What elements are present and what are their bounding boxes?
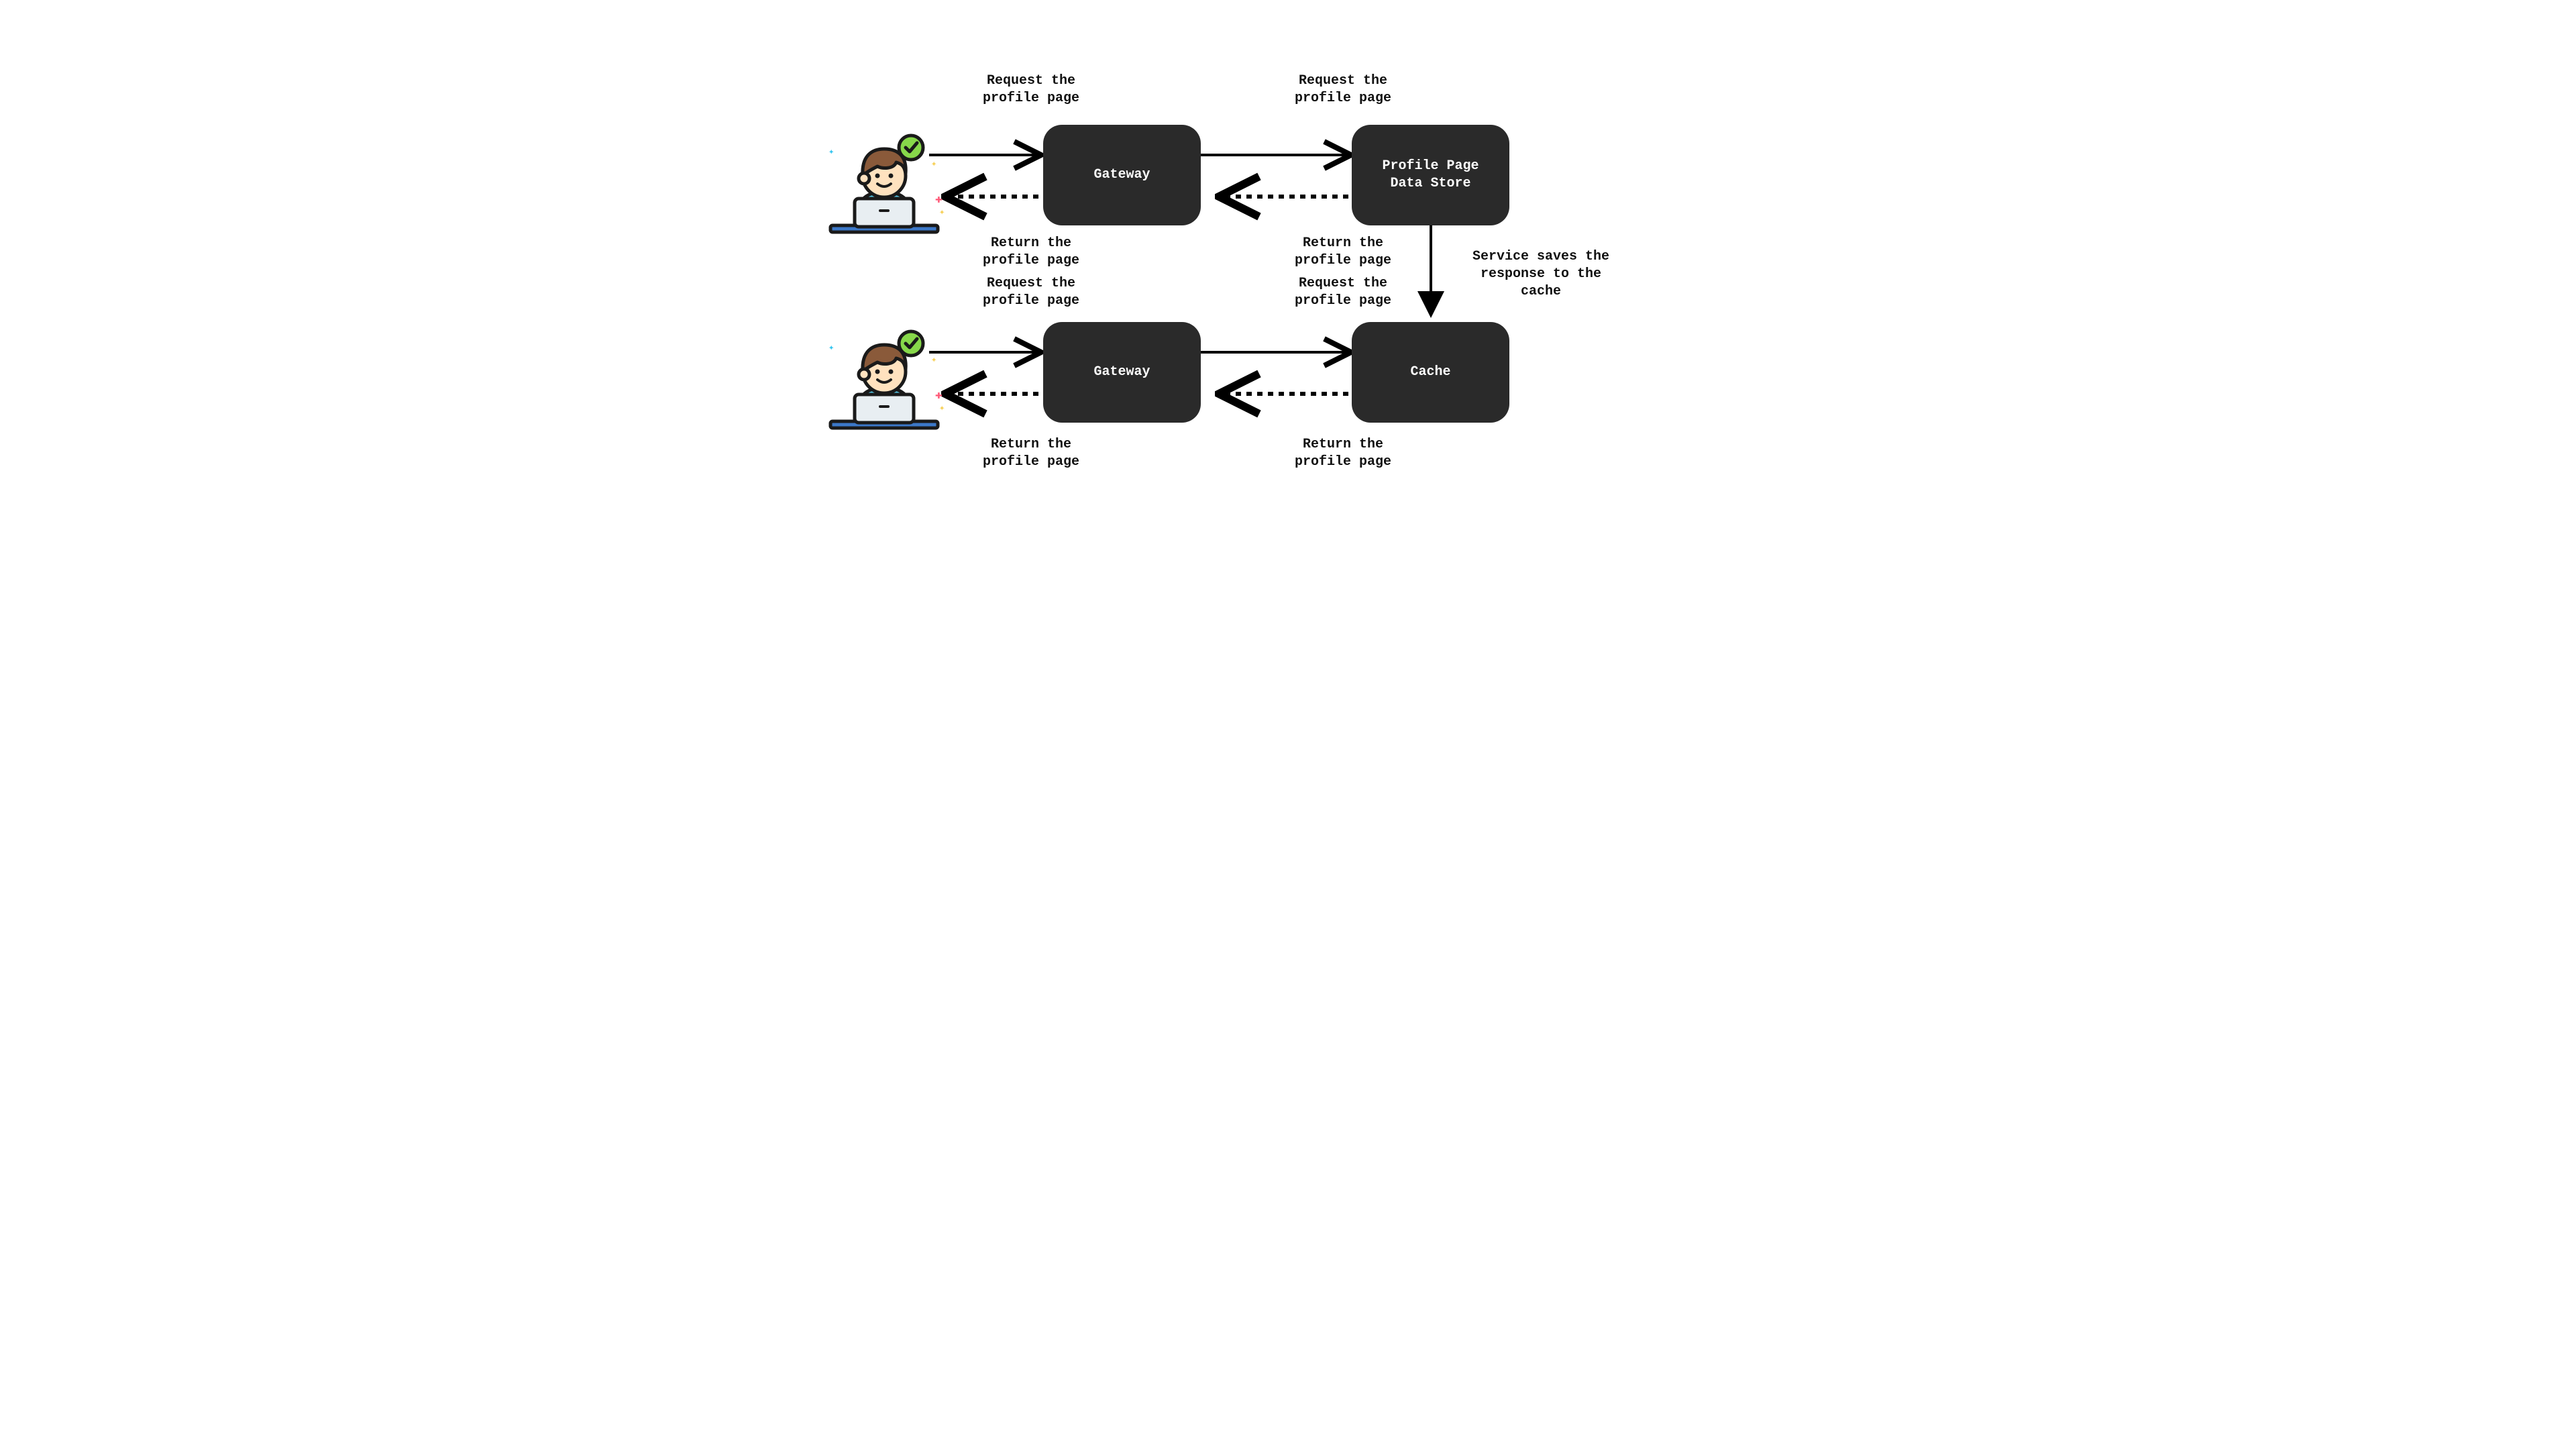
label-request-1b: Request the profile page	[1295, 72, 1391, 107]
node-profile-page-data-store: Profile Page Data Store	[1352, 125, 1509, 225]
node-cache: Cache	[1352, 322, 1509, 423]
label-request-2a: Request the profile page	[983, 275, 1079, 310]
node-label: Cache	[1410, 364, 1450, 381]
node-label: Gateway	[1093, 364, 1150, 381]
person-at-laptop-icon	[825, 119, 943, 237]
label-return-1a: Return the profile page	[983, 235, 1079, 270]
label-request-1a: Request the profile page	[983, 72, 1079, 107]
node-label: Gateway	[1093, 166, 1150, 184]
user-icon-1: ✦ ✦ ✚ ✦	[825, 119, 943, 237]
label-service-saves-cache: Service saves the response to the cache	[1472, 248, 1609, 301]
node-gateway-2: Gateway	[1043, 322, 1201, 423]
person-at-laptop-icon	[825, 315, 943, 433]
label-return-2b: Return the profile page	[1295, 436, 1391, 471]
label-return-1b: Return the profile page	[1295, 235, 1391, 270]
node-label: Profile Page Data Store	[1382, 158, 1479, 193]
node-gateway-1: Gateway	[1043, 125, 1201, 225]
user-icon-2: ✦ ✦ ✚ ✦	[825, 315, 943, 433]
label-request-2b: Request the profile page	[1295, 275, 1391, 310]
diagram-canvas: Gateway Profile Page Data Store Gateway …	[778, 0, 1798, 537]
label-return-2a: Return the profile page	[983, 436, 1079, 471]
arrows-layer	[778, 0, 1798, 537]
